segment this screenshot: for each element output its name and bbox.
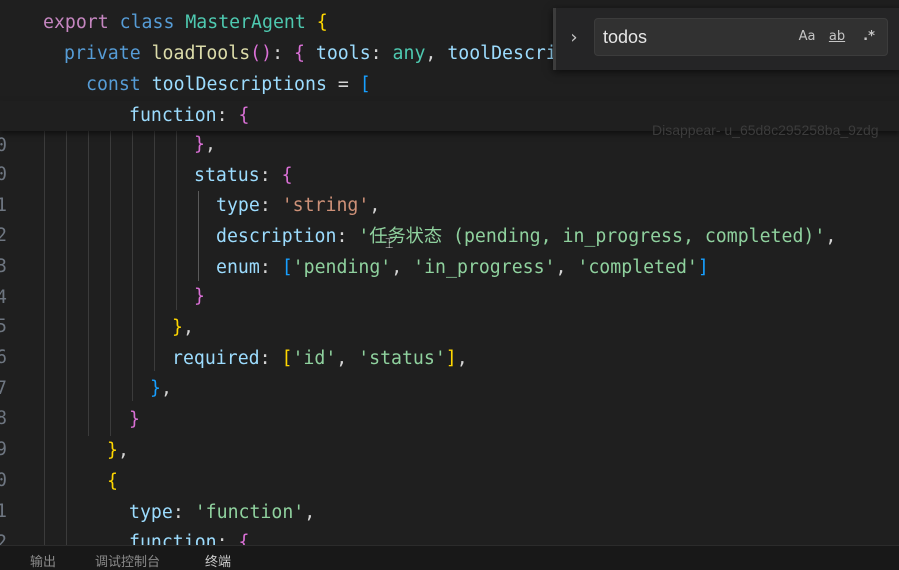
code-text: private loadTools(): { tools: any, toolD… xyxy=(64,43,557,64)
regex-toggle[interactable]: .* xyxy=(857,27,881,47)
code-line[interactable]: 0 }, xyxy=(0,436,899,491)
code-text: { xyxy=(107,471,118,492)
indent-guide xyxy=(44,101,45,545)
find-widget[interactable]: › Aa ab .* xyxy=(553,8,899,70)
code-text: function: { xyxy=(129,105,250,126)
indent-guide xyxy=(154,101,155,371)
code-text: } xyxy=(194,286,205,307)
code-text: }, xyxy=(107,440,129,461)
code-text: export class MasterAgent { xyxy=(43,12,328,33)
panel-tab-bar[interactable]: 输出 调试控制台 终端 xyxy=(0,545,899,570)
code-text: description: '任务状态 (pending, in_progress… xyxy=(216,226,837,247)
code-line[interactable]: 5 } xyxy=(0,282,899,337)
mouse-cursor-icon: ⌶ xyxy=(385,236,394,252)
line-number: 0 xyxy=(0,135,7,156)
indent-guide xyxy=(176,130,177,310)
code-text: enum: ['pending', 'in_progress', 'comple… xyxy=(216,257,709,278)
code-text: }, xyxy=(194,134,216,155)
code-line[interactable]: 3 function: { xyxy=(0,528,899,545)
code-text: required: ['id', 'status'], xyxy=(172,348,468,369)
code-text: const toolDescriptions = [ xyxy=(86,74,371,95)
whole-word-toggle[interactable]: ab xyxy=(825,27,849,47)
code-line[interactable]: 8 }, xyxy=(0,374,899,429)
code-text: }, xyxy=(150,378,172,399)
indent-guide-active xyxy=(198,191,199,281)
tab-debug-console[interactable]: 调试控制台 xyxy=(95,551,160,570)
code-text: type: 'function', xyxy=(129,502,316,523)
code-text: } xyxy=(129,409,140,430)
code-line[interactable]: 2 type: 'string', xyxy=(0,191,899,246)
tab-terminal[interactable]: 终端 xyxy=(205,551,231,570)
tab-output[interactable]: 输出 xyxy=(30,551,56,570)
code-line[interactable]: 4 enum: ['pending', 'in_progress', 'comp… xyxy=(0,253,899,308)
chevron-right-icon[interactable]: › xyxy=(564,26,584,50)
find-input[interactable] xyxy=(603,25,793,49)
code-line[interactable]: 7 required: ['id', 'status'], xyxy=(0,344,899,399)
match-case-toggle[interactable]: Aa xyxy=(795,27,819,47)
indent-guide xyxy=(132,101,133,401)
watermark-text: Disappear- u_65d8c295258ba_9zdg xyxy=(652,122,879,138)
code-line[interactable]: 1 { xyxy=(0,467,899,522)
code-line[interactable]: 2 type: 'function', xyxy=(0,498,899,545)
indent-guide xyxy=(88,101,89,436)
code-text: }, xyxy=(172,317,194,338)
code-line[interactable]: 6 }, xyxy=(0,313,899,368)
code-line[interactable]: 9 } xyxy=(0,405,899,460)
code-text: type: 'string', xyxy=(216,195,381,216)
indent-guide xyxy=(110,101,111,436)
sticky-line[interactable]: const toolDescriptions = [ xyxy=(0,70,899,100)
code-editor[interactable]: 0 }, 1 status: { 2 type: 'string', 3 des… xyxy=(0,0,899,545)
code-text: status: { xyxy=(194,165,293,186)
code-text: function: { xyxy=(129,532,250,545)
indent-guide xyxy=(66,101,67,545)
find-input-box[interactable]: Aa ab .* xyxy=(594,18,888,56)
code-line[interactable]: 1 status: { xyxy=(0,161,899,216)
code-line[interactable]: 3 description: '任务状态 (pending, in_progre… xyxy=(0,222,899,277)
